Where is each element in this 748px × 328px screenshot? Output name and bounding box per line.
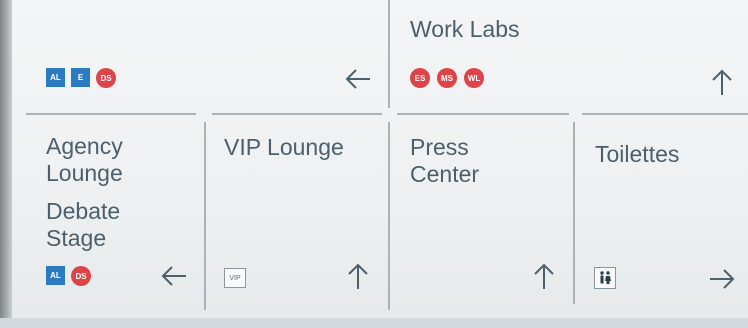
work-labs-title: Work Labs xyxy=(410,16,520,42)
top-left-badges: AL E DS xyxy=(46,68,116,88)
press-line-2: Center xyxy=(410,161,480,187)
agency-line-2: Lounge xyxy=(46,160,123,186)
agency-badges: AL DS xyxy=(46,266,91,286)
divider-col-3 xyxy=(573,122,575,304)
badge-ds: DS xyxy=(71,266,91,286)
badge-e: E xyxy=(71,68,90,87)
divider-top-midright xyxy=(397,113,569,115)
badge-al: AL xyxy=(46,68,65,87)
agency-line-3: Debate xyxy=(46,198,121,224)
arrow-up-icon xyxy=(346,262,370,290)
toilettes-title: Toilettes xyxy=(595,141,680,167)
arrow-left-icon xyxy=(344,67,372,91)
divider-top-vertical xyxy=(388,0,390,108)
vip-lounge-title: VIP Lounge xyxy=(224,134,344,160)
badge-ds: DS xyxy=(96,68,116,88)
vip-icon: VIP xyxy=(224,268,246,288)
divider-col-1 xyxy=(204,122,206,310)
badge-al: AL xyxy=(46,266,65,285)
sign-bottom-edge xyxy=(0,318,748,328)
arrow-left-icon xyxy=(160,264,188,288)
work-labs-badges: ES MS WL xyxy=(410,68,484,88)
press-line-1: Press xyxy=(410,134,469,160)
wayfinding-sign: AL E DS Work Labs ES MS WL Agency Lounge… xyxy=(0,0,748,328)
agency-line-1: Agency xyxy=(46,133,123,159)
arrow-up-icon xyxy=(710,68,734,96)
divider-top-midleft xyxy=(212,113,382,115)
restroom-icon xyxy=(594,267,616,289)
badge-ms: MS xyxy=(437,68,457,88)
divider-top-right xyxy=(582,113,748,115)
divider-col-2 xyxy=(388,122,390,310)
arrow-up-icon xyxy=(532,262,556,290)
agency-line-4: Stage xyxy=(46,225,107,251)
badge-wl: WL xyxy=(464,68,484,88)
badge-es: ES xyxy=(410,68,430,88)
sign-frame-edge xyxy=(0,0,12,328)
divider-top-left xyxy=(26,113,196,115)
arrow-right-icon xyxy=(708,267,736,291)
